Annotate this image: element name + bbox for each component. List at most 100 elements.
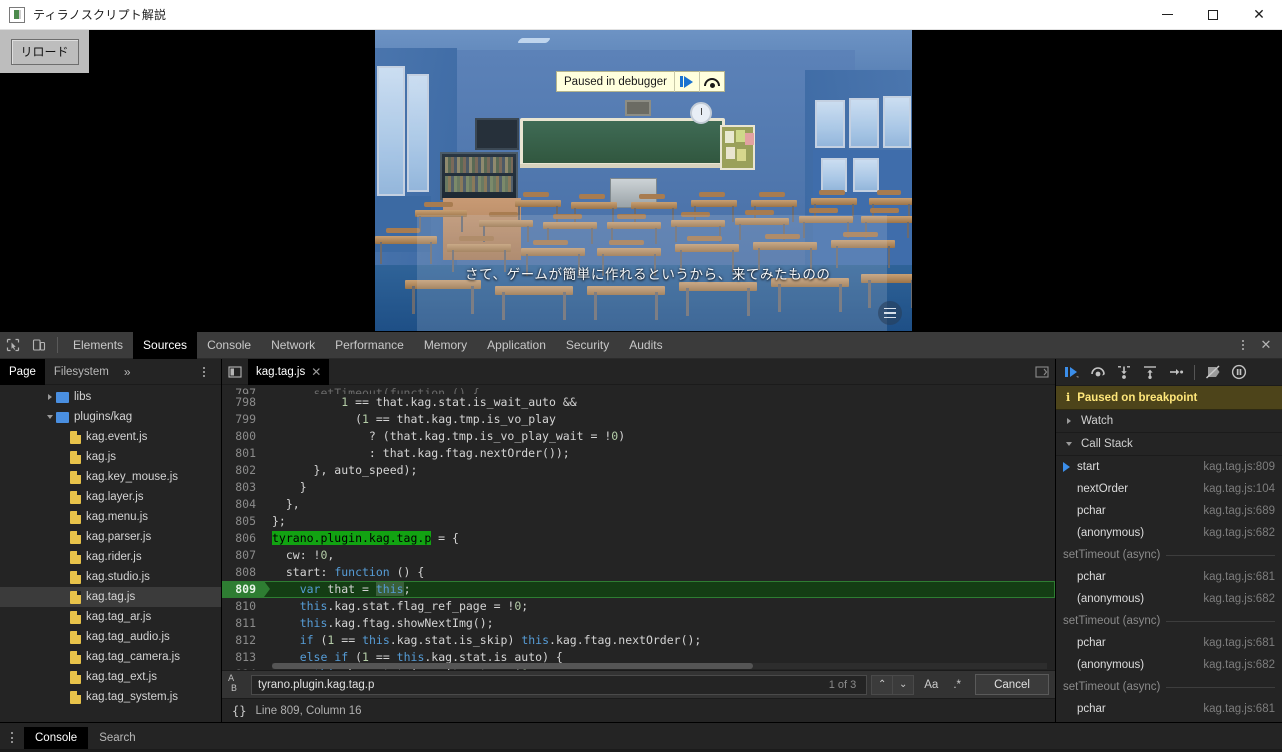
tree-item-kag-parser-js[interactable]: kag.parser.js: [0, 527, 221, 547]
async-label: setTimeout (async): [1063, 615, 1160, 627]
drawer-menu-icon[interactable]: [0, 723, 24, 752]
call-stack-row[interactable]: pchar kag.tag.js:681: [1056, 566, 1282, 588]
step-over-next-call-icon[interactable]: [1086, 360, 1110, 384]
navigator-tab-filesystem[interactable]: Filesystem: [45, 359, 118, 385]
tab-application[interactable]: Application: [477, 332, 556, 359]
tree-item-kag-js[interactable]: kag.js: [0, 447, 221, 467]
pretty-print-braces-icon[interactable]: {}: [232, 704, 246, 718]
hamburger-menu-icon[interactable]: [878, 301, 902, 325]
minimize-button[interactable]: [1144, 0, 1190, 30]
tree-item-plugins-kag[interactable]: plugins/kag: [0, 407, 221, 427]
tree-item-kag-menu-js[interactable]: kag.menu.js: [0, 507, 221, 527]
tree-item-kag-tag-system-js[interactable]: kag.tag_system.js: [0, 687, 221, 707]
tree-item-libs[interactable]: libs: [0, 387, 221, 407]
find-match-case-toggle[interactable]: Aa: [919, 679, 943, 691]
find-regex-toggle[interactable]: .*: [948, 679, 966, 691]
editor-horizontal-scrollbar[interactable]: [272, 663, 1047, 669]
collapse-caret-icon[interactable]: [1063, 442, 1075, 446]
step-out-of-current-function-icon[interactable]: [1138, 360, 1162, 384]
call-stack-row[interactable]: pchar kag.tag.js:681: [1056, 632, 1282, 654]
match-case-ab-icon: A B: [228, 675, 246, 694]
line-number: 797: [222, 385, 264, 394]
find-result-count: 1 of 3: [829, 679, 861, 691]
drawer-tab-search[interactable]: Search: [88, 727, 146, 749]
tree-item-kag-tag-camera-js[interactable]: kag.tag_camera.js: [0, 647, 221, 667]
line-number: 813: [222, 649, 264, 666]
call-stack-row[interactable]: pchar kag.tag.js:681: [1056, 698, 1282, 720]
call-stack-row[interactable]: nextOrder kag.tag.js:104: [1056, 478, 1282, 500]
tree-item-kag-studio-js[interactable]: kag.studio.js: [0, 567, 221, 587]
tree-item-label: kag.rider.js: [86, 551, 142, 563]
tree-item-kag-tag-audio-js[interactable]: kag.tag_audio.js: [0, 627, 221, 647]
resume-script-execution-icon[interactable]: [1060, 360, 1084, 384]
find-previous-button[interactable]: ⌃: [871, 675, 893, 695]
tab-elements[interactable]: Elements: [63, 332, 133, 359]
resume-script-icon[interactable]: [675, 71, 699, 92]
find-input[interactable]: tyrano.plugin.kag.tag.p 1 of 3: [251, 675, 867, 695]
frame-location: kag.tag.js:104: [1203, 483, 1282, 495]
tree-item-kag-tag-js[interactable]: kag.tag.js: [0, 587, 221, 607]
file-icon: [70, 631, 81, 644]
navigator-tab-page[interactable]: Page: [0, 359, 45, 385]
device-toolbar-icon[interactable]: [26, 332, 52, 358]
expand-caret-icon[interactable]: [1063, 418, 1075, 424]
tree-item-kag-layer-js[interactable]: kag.layer.js: [0, 487, 221, 507]
pinned-note: [736, 130, 745, 142]
find-next-button[interactable]: ⌄: [892, 675, 914, 695]
tab-performance[interactable]: Performance: [325, 332, 414, 359]
maximize-button[interactable]: [1190, 0, 1236, 30]
file-icon: [70, 511, 81, 524]
show-navigator-icon[interactable]: [222, 359, 248, 385]
call-stack-row[interactable]: (anonymous) kag.tag.js:682: [1056, 588, 1282, 610]
expand-caret-icon[interactable]: [44, 394, 56, 400]
door-window: [821, 158, 847, 192]
call-stack-row[interactable]: pchar kag.tag.js:689: [1056, 500, 1282, 522]
step-icon[interactable]: [1164, 360, 1188, 384]
line-number: 806: [222, 530, 264, 547]
tab-console[interactable]: Console: [197, 332, 261, 359]
devtools-main-menu-icon[interactable]: [1232, 332, 1254, 358]
tree-item-kag-rider-js[interactable]: kag.rider.js: [0, 547, 221, 567]
tree-item-kag-key-mouse-js[interactable]: kag.key_mouse.js: [0, 467, 221, 487]
find-cancel-button[interactable]: Cancel: [975, 674, 1049, 695]
collapse-caret-icon[interactable]: [44, 415, 56, 419]
tab-network[interactable]: Network: [261, 332, 325, 359]
step-into-next-call-icon[interactable]: [1112, 360, 1136, 384]
tree-item-label: kag.tag_system.js: [86, 691, 178, 703]
editor-options-icon[interactable]: [1029, 359, 1055, 385]
tab-memory[interactable]: Memory: [414, 332, 477, 359]
deactivate-breakpoints-icon[interactable]: [1201, 360, 1225, 384]
devtools-tabbar: Elements Sources Console Network Perform…: [0, 332, 1282, 359]
code-viewport[interactable]: 797 setTimeout(function () { 798 1 == th…: [222, 385, 1055, 670]
line-source: if (1 == this.kag.stat.is_skip) this.kag…: [264, 632, 701, 649]
inspect-element-icon[interactable]: [0, 332, 26, 358]
call-stack-row[interactable]: (anonymous) kag.tag.js:682: [1056, 654, 1282, 676]
line-number: 811: [222, 615, 264, 632]
call-stack-row[interactable]: start kag.tag.js:809: [1056, 456, 1282, 478]
tab-audits[interactable]: Audits: [619, 332, 672, 359]
reload-button[interactable]: リロード: [11, 39, 79, 65]
call-stack-row[interactable]: (anonymous) kag.tag.js:682: [1056, 522, 1282, 544]
tree-item-kag-tag-ar-js[interactable]: kag.tag_ar.js: [0, 607, 221, 627]
close-tab-icon[interactable]: ✕: [311, 365, 321, 379]
tree-item-label: kag.studio.js: [86, 571, 150, 583]
section-call-stack[interactable]: Call Stack: [1056, 433, 1282, 456]
page-viewport: リロード: [0, 30, 1282, 331]
section-watch[interactable]: Watch: [1056, 410, 1282, 433]
code-line-805: 805 };: [222, 513, 1055, 530]
close-button[interactable]: ✕: [1236, 0, 1282, 30]
line-source: tyrano.plugin.kag.tag.p = {: [264, 530, 459, 547]
close-devtools-icon[interactable]: ✕: [1254, 332, 1278, 358]
find-input-value: tyrano.plugin.kag.tag.p: [258, 679, 374, 691]
line-source: }: [264, 479, 307, 496]
navigator-menu-icon[interactable]: [193, 359, 215, 385]
step-over-icon[interactable]: [700, 71, 724, 92]
tree-item-kag-tag-ext-js[interactable]: kag.tag_ext.js: [0, 667, 221, 687]
navigator-more-tabs[interactable]: »: [118, 365, 137, 379]
drawer-tab-console[interactable]: Console: [24, 727, 88, 749]
pause-on-exceptions-icon[interactable]: [1227, 360, 1251, 384]
tab-sources[interactable]: Sources: [133, 332, 197, 359]
tree-item-kag-event-js[interactable]: kag.event.js: [0, 427, 221, 447]
tab-security[interactable]: Security: [556, 332, 619, 359]
editor-tab-kag-tag-js[interactable]: kag.tag.js ✕: [248, 359, 329, 385]
